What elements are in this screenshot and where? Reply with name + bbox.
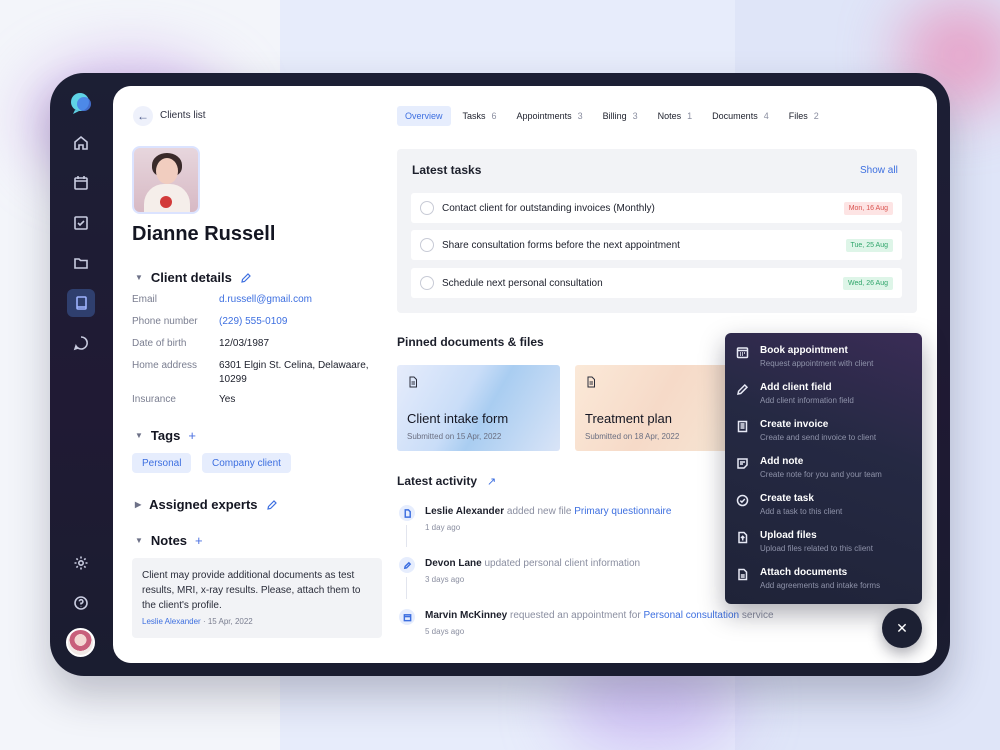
menu-item-add-note[interactable]: Add note Create note for you and your tea… (725, 456, 922, 493)
tag-chip[interactable]: Company client (202, 453, 291, 473)
pencil-icon (399, 557, 415, 573)
address-value: 6301 Elgin St. Celina, Delawaare, 10299 (219, 360, 369, 385)
file-icon (399, 505, 415, 521)
client-name: Dianne Russell (132, 223, 276, 245)
clients-list-link[interactable]: Clients list (160, 110, 206, 121)
caret-down-icon: ▼ (135, 431, 143, 440)
caret-down-icon: ▼ (135, 536, 143, 545)
menu-item-attach-documents[interactable]: Attach documents Add agreements and intak… (725, 567, 922, 604)
show-all-link[interactable]: Show all (860, 165, 898, 176)
upload-file-icon (736, 531, 749, 544)
email-value[interactable]: d.russell@gmail.com (219, 293, 312, 307)
task-row[interactable]: Schedule next personal consultation Wed,… (411, 268, 902, 298)
tab-billing[interactable]: Billing 3 (595, 106, 646, 126)
pinned-doc-card[interactable]: Treatment plan Submitted on 18 Apr, 2022 (575, 365, 738, 451)
task-checkbox[interactable] (420, 276, 434, 290)
caret-right-icon: ▶ (135, 500, 142, 509)
latest-tasks-title: Latest tasks (412, 163, 482, 177)
tag-chip[interactable]: Personal (132, 453, 192, 473)
user-avatar[interactable] (66, 628, 95, 657)
due-date-badge: Tue, 25 Aug (845, 238, 893, 252)
app-logo-icon[interactable] (69, 92, 93, 114)
calendar-icon[interactable] (67, 169, 95, 197)
quick-actions-menu: Book appointment Request appointment with… (725, 333, 922, 604)
note-card[interactable]: Client may provide additional documents … (132, 558, 382, 638)
folder-icon[interactable] (67, 249, 95, 277)
tab-overview[interactable]: Overview (397, 106, 451, 126)
tasks-icon[interactable] (67, 209, 95, 237)
document-icon (736, 568, 749, 581)
address-label: Home address (132, 360, 198, 371)
document-icon (587, 376, 595, 388)
home-icon[interactable] (67, 129, 95, 157)
activity-link[interactable]: Primary questionnaire (574, 506, 671, 517)
menu-item-create-invoice[interactable]: Create invoice Create and send invoice to… (725, 419, 922, 456)
back-arrow-icon[interactable]: ← (133, 106, 153, 126)
task-row[interactable]: Share consultation forms before the next… (411, 230, 902, 260)
client-photo (132, 146, 200, 214)
dob-label: Date of birth (132, 338, 187, 349)
note-text: Client may provide additional documents … (142, 570, 361, 611)
clients-book-icon[interactable] (67, 289, 95, 317)
tab-tasks[interactable]: Tasks 6 (455, 106, 505, 126)
menu-item-book-appointment[interactable]: Book appointment Request appointment with… (725, 345, 922, 382)
chat-icon[interactable] (67, 329, 95, 357)
insurance-label: Insurance (132, 394, 176, 405)
add-note-plus-icon[interactable]: + (195, 533, 203, 548)
note-icon (736, 457, 749, 470)
client-details-header[interactable]: ▼ Client details (135, 270, 252, 285)
tab-files[interactable]: Files 2 (781, 106, 827, 126)
pinned-title: Pinned documents & files (397, 335, 544, 349)
activity-link[interactable]: Personal consultation (643, 610, 739, 621)
check-circle-icon (736, 494, 749, 507)
pinned-doc-card[interactable]: Client intake form Submitted on 15 Apr, … (397, 365, 560, 451)
tags-header[interactable]: ▼ Tags + (135, 428, 196, 443)
tab-appointments[interactable]: Appointments 3 (509, 106, 591, 126)
calendar-icon (736, 346, 749, 359)
phone-value[interactable]: (229) 555-0109 (219, 315, 287, 329)
settings-gear-icon[interactable] (67, 549, 95, 577)
menu-item-upload-files[interactable]: Upload files Upload files related to this… (725, 530, 922, 567)
tab-notes[interactable]: Notes 1 (650, 106, 701, 126)
latest-activity-header[interactable]: Latest activity ↗ (397, 474, 496, 488)
insurance-value: Yes (219, 394, 236, 405)
help-icon[interactable] (67, 589, 95, 617)
caret-down-icon: ▼ (135, 273, 143, 282)
note-meta: Leslie Alexander · 15 Apr, 2022 (142, 617, 253, 626)
due-date-badge: Wed, 26 Aug (843, 276, 893, 290)
due-date-badge: Mon, 16 Aug (843, 201, 893, 215)
external-arrow-icon[interactable]: ↗ (487, 475, 496, 488)
tab-documents[interactable]: Documents 4 (704, 106, 777, 126)
edit-pencil-icon[interactable] (266, 499, 278, 511)
tab-bar: Overview Tasks 6 Appointments 3 Billing 3 N… (397, 106, 827, 126)
add-tag-plus-icon[interactable]: + (188, 428, 196, 443)
edit-pencil-icon[interactable] (240, 272, 252, 284)
notes-header[interactable]: ▼ Notes + (135, 533, 203, 548)
task-checkbox[interactable] (420, 201, 434, 215)
task-row[interactable]: Contact client for outstanding invoices … (411, 193, 902, 223)
assigned-experts-header[interactable]: ▶ Assigned experts (135, 497, 278, 512)
menu-item-create-task[interactable]: Create task Add a task to this client (725, 493, 922, 530)
pencil-icon (736, 383, 749, 396)
calendar-icon (399, 609, 415, 625)
dob-value: 12/03/1987 (219, 338, 270, 349)
phone-label: Phone number (132, 316, 198, 327)
close-icon[interactable]: ✕ (882, 608, 922, 648)
task-checkbox[interactable] (420, 238, 434, 252)
menu-item-add-client-field[interactable]: Add client field Add client information f… (725, 382, 922, 419)
email-label: Email (132, 294, 158, 305)
invoice-icon (736, 420, 749, 433)
activity-item: Marvin McKinney requested an appointment… (397, 609, 817, 649)
document-icon (409, 376, 417, 388)
latest-tasks-card: Latest tasks Show all Contact client for… (397, 149, 917, 313)
